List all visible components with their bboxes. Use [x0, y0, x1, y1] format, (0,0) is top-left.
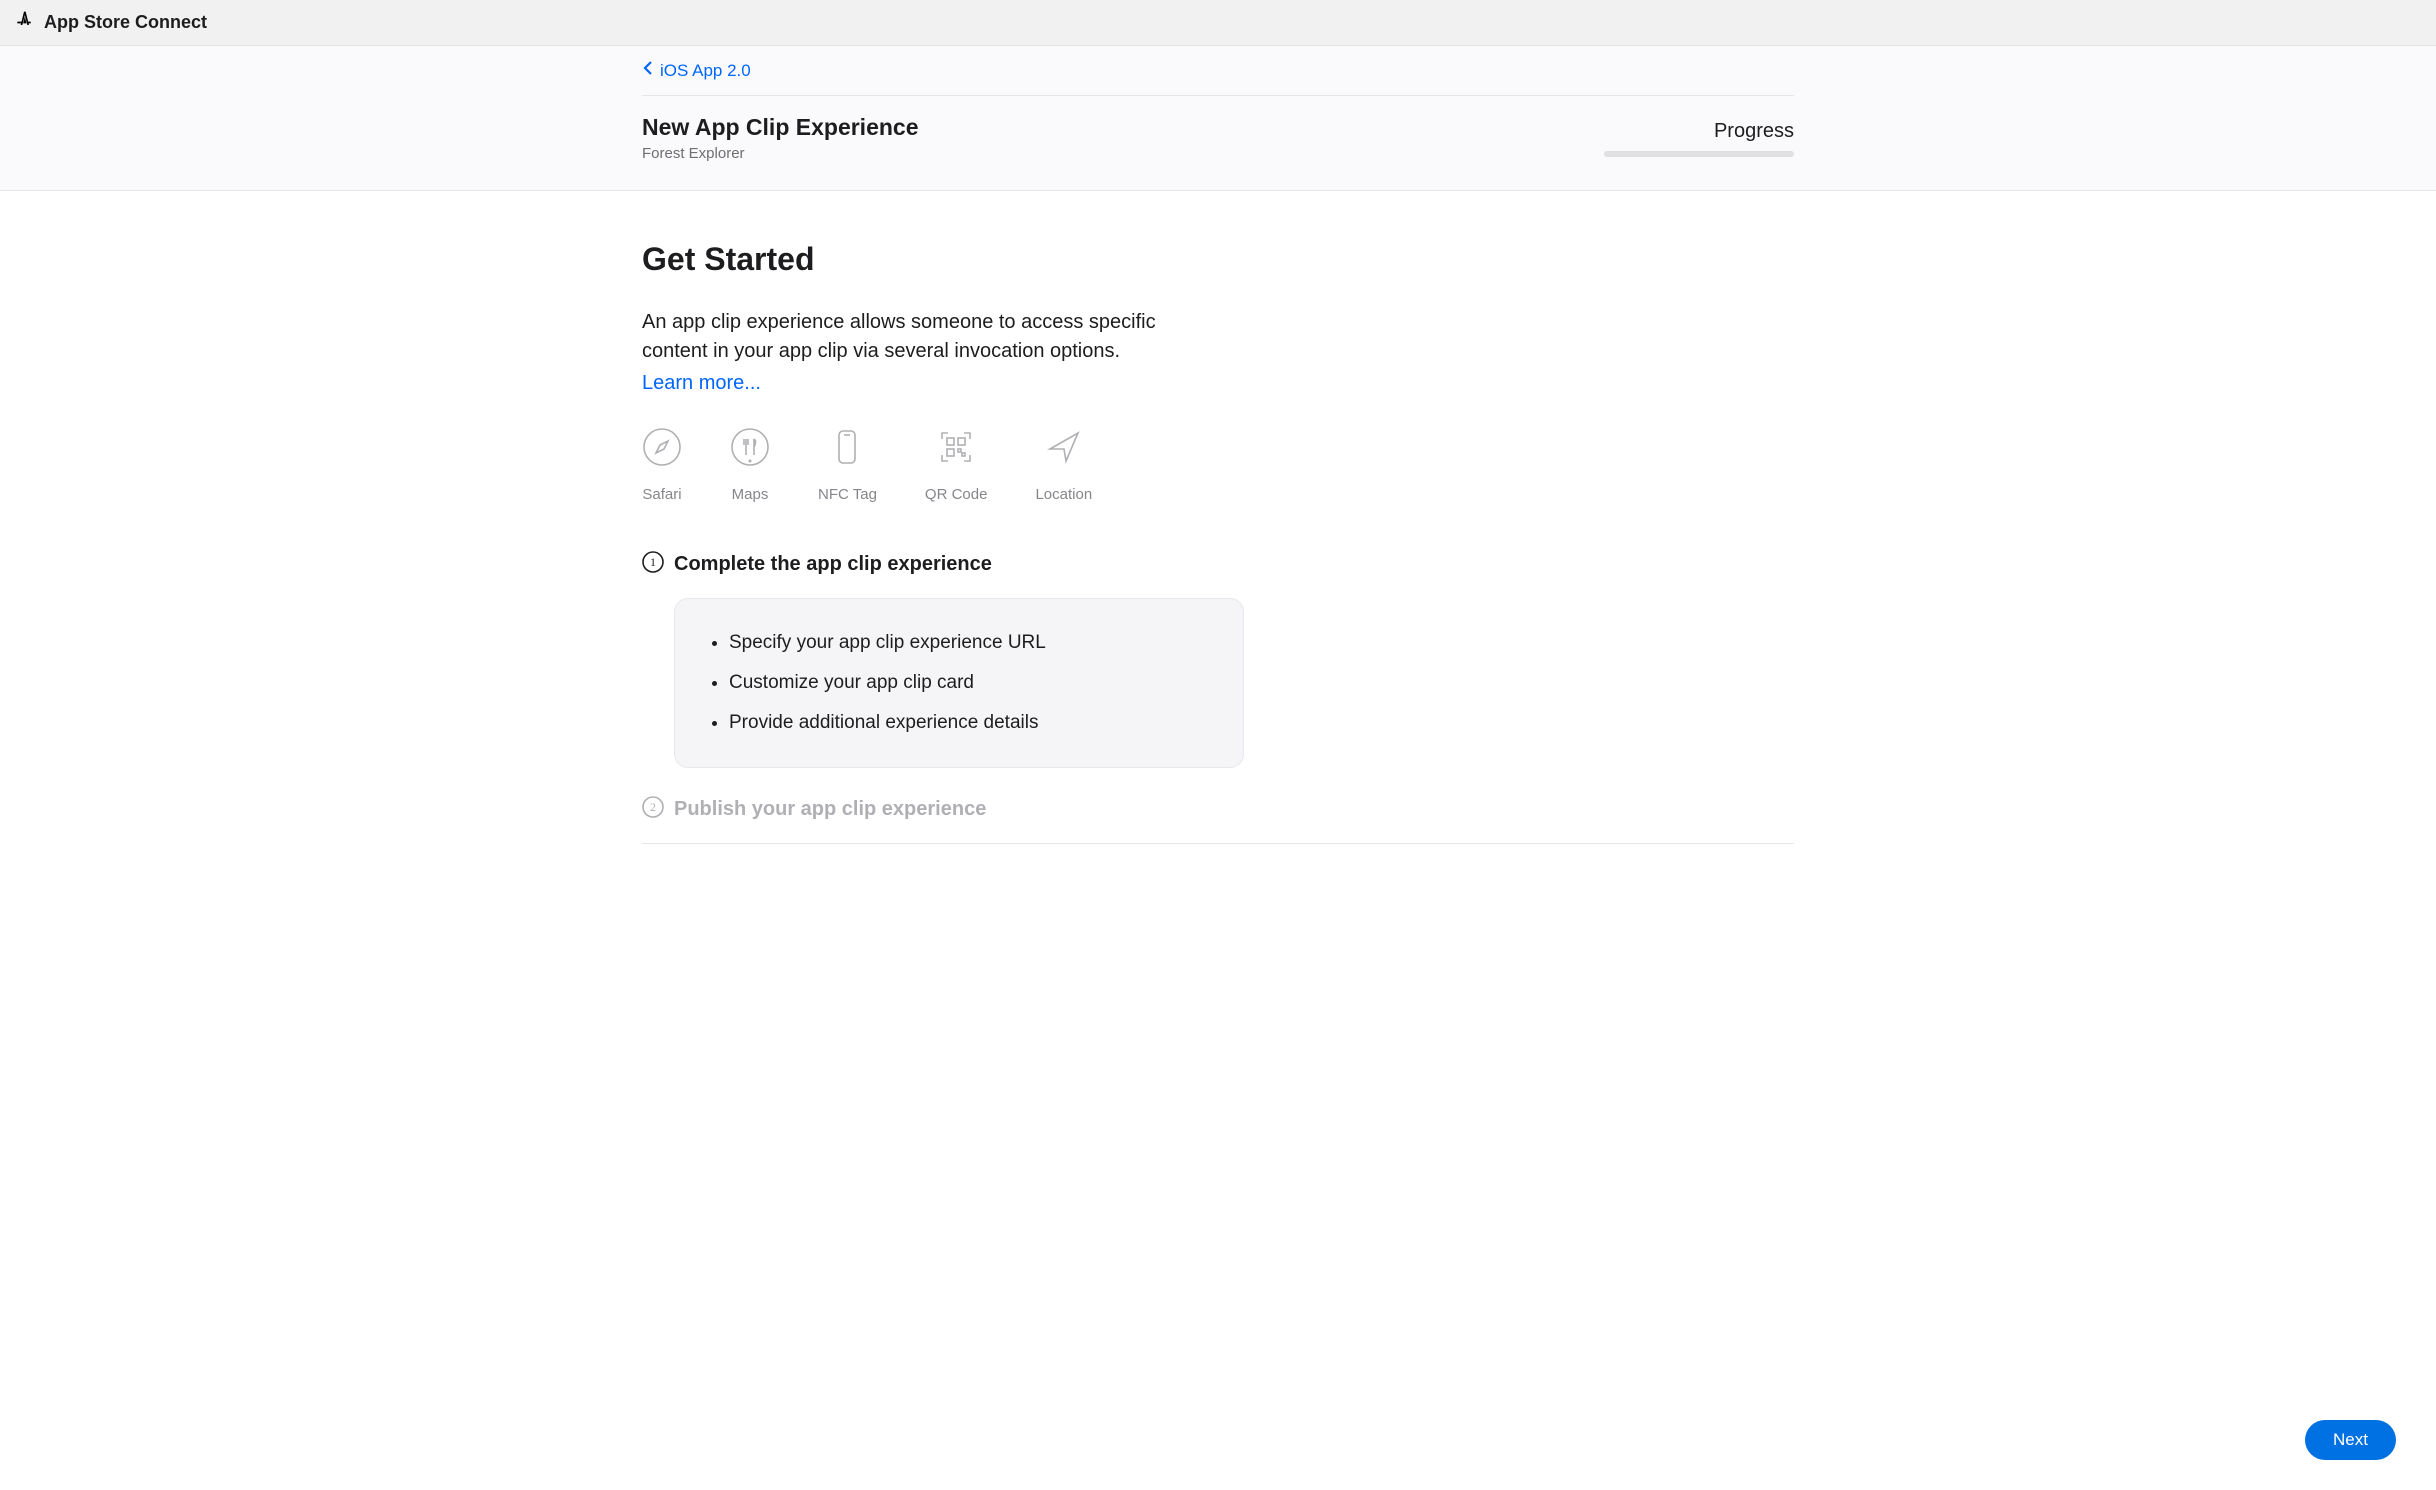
invocation-safari: Safari	[642, 427, 682, 503]
main-content: Get Started An app clip experience allow…	[628, 191, 1808, 964]
footer-bar: Next	[2305, 1420, 2396, 1460]
intro-text: An app clip experience allows someone to…	[642, 308, 1202, 366]
progress-label: Progress	[1604, 120, 1794, 143]
location-arrow-icon	[1044, 427, 1084, 472]
page-title: New App Clip Experience	[642, 114, 919, 141]
top-bar-title: App Store Connect	[44, 12, 207, 33]
chevron-left-icon	[642, 60, 654, 81]
next-button[interactable]: Next	[2305, 1420, 2396, 1460]
step-title: Complete the app clip experience	[674, 553, 992, 576]
section-heading: Get Started	[642, 241, 1794, 278]
header-section: iOS App 2.0 New App Clip Experience Fore…	[0, 46, 2436, 191]
invocation-label: Location	[1035, 486, 1092, 503]
qr-code-icon	[936, 427, 976, 472]
task-item: Specify your app clip experience URL	[729, 623, 1207, 663]
page-subtitle: Forest Explorer	[642, 145, 919, 162]
compass-icon	[642, 427, 682, 472]
step-1-header: 1 Complete the app clip experience	[642, 551, 1794, 578]
phone-icon	[827, 427, 867, 472]
learn-more-link[interactable]: Learn more...	[642, 372, 761, 394]
app-store-logo-icon	[14, 10, 34, 35]
step-number-icon: 2	[642, 796, 664, 823]
invocation-location: Location	[1035, 427, 1092, 503]
top-bar: App Store Connect	[0, 0, 2436, 46]
utensils-icon	[730, 427, 770, 472]
step-title: Publish your app clip experience	[674, 798, 986, 821]
svg-text:1: 1	[650, 555, 656, 569]
step-number-icon: 1	[642, 551, 664, 578]
invocation-qr: QR Code	[925, 427, 988, 503]
task-item: Customize your app clip card	[729, 663, 1207, 703]
invocation-label: Maps	[732, 486, 769, 503]
svg-text:2: 2	[650, 800, 656, 814]
task-item: Provide additional experience details	[729, 703, 1207, 743]
back-link-label: iOS App 2.0	[660, 61, 751, 81]
invocation-label: Safari	[642, 486, 681, 503]
invocation-nfc: NFC Tag	[818, 427, 877, 503]
step-1-task-box: Specify your app clip experience URL Cus…	[674, 598, 1244, 768]
invocation-label: NFC Tag	[818, 486, 877, 503]
back-link[interactable]: iOS App 2.0	[642, 60, 751, 81]
invocation-row: Safari Maps NFC Tag QR Code Location	[642, 427, 1794, 503]
invocation-maps: Maps	[730, 427, 770, 503]
step-2-header: 2 Publish your app clip experience	[642, 796, 1794, 823]
progress-bar	[1604, 151, 1794, 157]
logo: App Store Connect	[14, 10, 207, 35]
divider	[642, 843, 1794, 844]
invocation-label: QR Code	[925, 486, 988, 503]
